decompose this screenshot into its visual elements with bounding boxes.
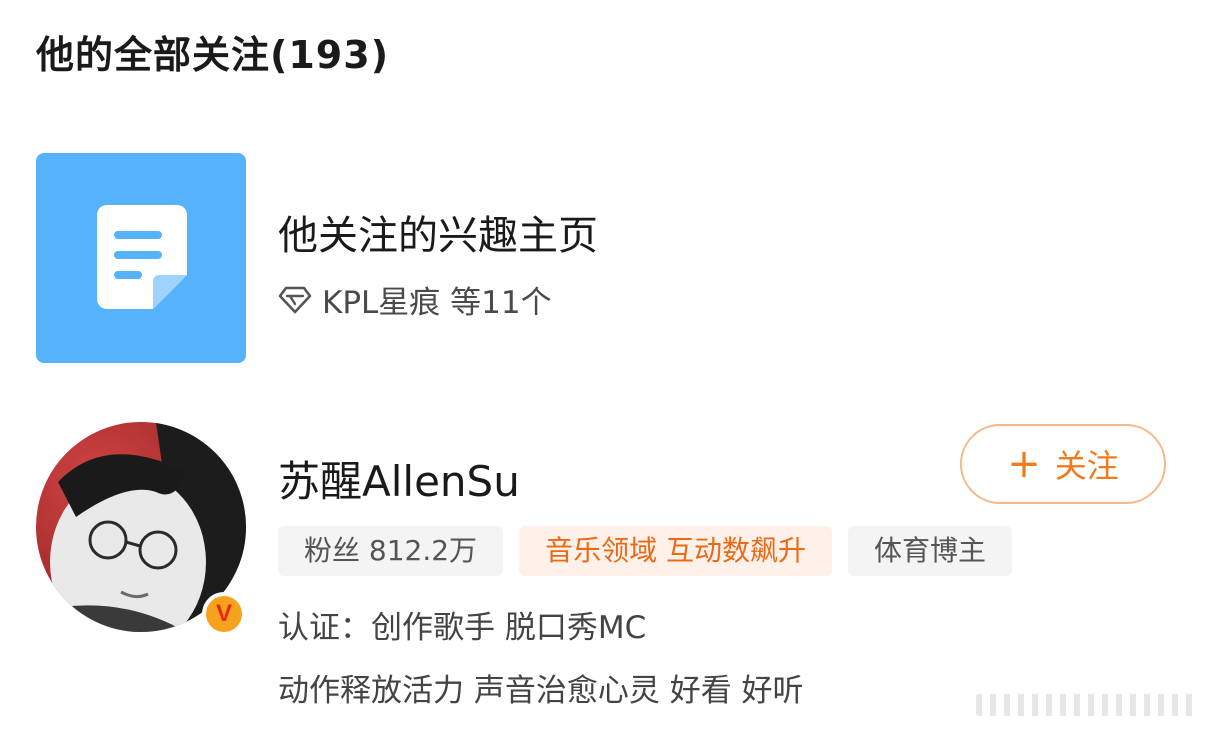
verified-badge-text: V bbox=[206, 596, 242, 632]
domain-trend-tag[interactable]: 音乐领域 互动数飙升 bbox=[519, 526, 832, 576]
diamond-icon bbox=[278, 286, 312, 313]
user-card[interactable]: V 苏醒AllenSu + 关注 粉丝 812.2万 音乐领域 互动数飙升 体育… bbox=[0, 420, 1206, 720]
fans-count-tag: 粉丝 812.2万 bbox=[278, 526, 504, 576]
watermark bbox=[976, 694, 1198, 716]
user-tags: 粉丝 812.2万 音乐领域 互动数飙升 体育博主 bbox=[278, 526, 1028, 576]
category-tag[interactable]: 体育博主 bbox=[847, 526, 1012, 576]
page-title: 他的全部关注(193) bbox=[36, 33, 390, 77]
document-icon bbox=[97, 205, 187, 309]
interest-subtitle: KPL星痕 等11个 bbox=[278, 277, 552, 322]
user-description: 动作释放活力 声音治愈心灵 好看 好听 bbox=[278, 673, 804, 709]
interest-thumbnail bbox=[36, 153, 246, 363]
interest-pages-entry[interactable]: 他关注的兴趣主页 KPL星痕 等11个 bbox=[36, 153, 796, 363]
user-name[interactable]: 苏醒AllenSu bbox=[278, 448, 520, 509]
follow-button-label: 关注 bbox=[1054, 447, 1119, 485]
interest-title: 他关注的兴趣主页 bbox=[278, 213, 598, 259]
verified-badge: V bbox=[202, 592, 246, 636]
plus-icon: + bbox=[1007, 441, 1041, 487]
verification-text: 认证：创作歌手 脱口秀MC bbox=[278, 610, 647, 646]
follow-button[interactable]: + 关注 bbox=[960, 424, 1166, 504]
interest-subtitle-text: KPL星痕 等11个 bbox=[322, 285, 552, 321]
